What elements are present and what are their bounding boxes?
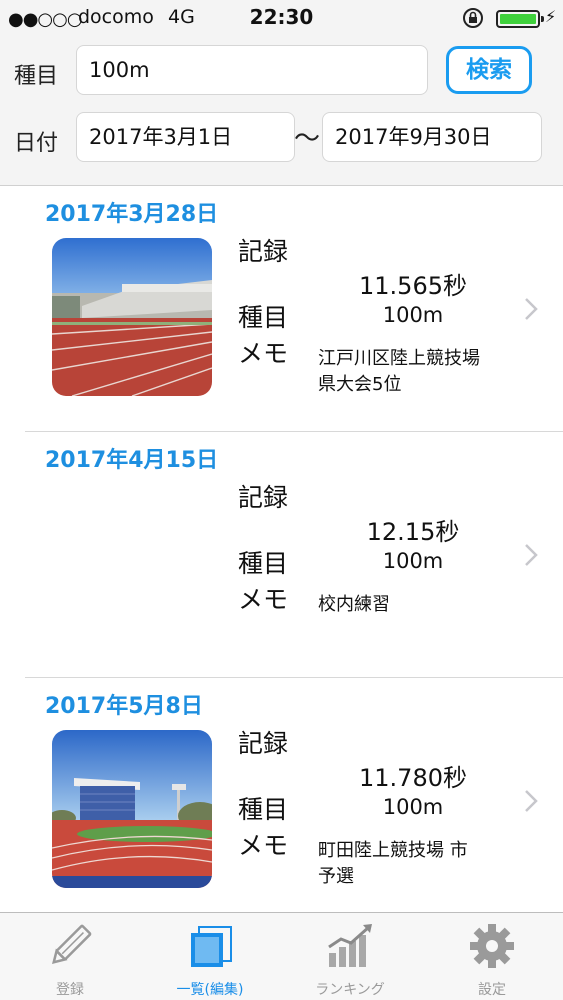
record-label: 記録 bbox=[238, 483, 289, 512]
memo-label: メモ bbox=[238, 831, 289, 860]
record-row[interactable]: 2017年5月8日 記録 種目 メモ 11.780秒 100m 町田陸上競技場 … bbox=[25, 678, 563, 912]
search-panel: 種目 100m 検索 日付 2017年3月1日 〜 2017年9月30日 bbox=[0, 38, 563, 186]
chevron-right-icon bbox=[525, 790, 538, 812]
chart-icon bbox=[328, 924, 372, 967]
tab-label: 一覧(編集) bbox=[176, 982, 244, 998]
record-label: 記録 bbox=[238, 237, 289, 266]
stadium-photo bbox=[52, 238, 212, 396]
record-label: 記録 bbox=[238, 729, 289, 758]
record-event: 100m bbox=[382, 795, 444, 819]
date-range-separator: 〜 bbox=[294, 124, 321, 154]
record-row[interactable]: 2017年3月28日 記録 種目 メモ 11.565秒 100m 江戸川区陸上競… bbox=[25, 186, 563, 432]
event-input[interactable]: 100m bbox=[76, 45, 428, 95]
record-list[interactable]: 2017年3月28日 記録 種目 メモ 11.565秒 100m 江戸川区陸上競… bbox=[0, 186, 563, 912]
record-memo: 江戸川区陸上競技場 県大会5位 bbox=[318, 346, 518, 398]
stadium-photo bbox=[52, 730, 212, 888]
gear-icon bbox=[470, 924, 514, 968]
chevron-right-icon bbox=[525, 544, 538, 566]
charging-icon: ⚡ bbox=[545, 7, 557, 26]
tab-label: 登録 bbox=[56, 982, 84, 998]
date-to-input[interactable]: 2017年9月30日 bbox=[322, 112, 542, 162]
memo-label: メモ bbox=[238, 339, 289, 368]
event-label: 種目 bbox=[238, 549, 289, 578]
tab-register[interactable]: 登録 bbox=[0, 913, 140, 1000]
tab-ranking[interactable]: ランキング bbox=[280, 913, 420, 1000]
memo-line: 県大会5位 bbox=[318, 374, 402, 395]
record-time: 11.780秒 bbox=[359, 764, 467, 792]
date-label: 日付 bbox=[14, 131, 59, 156]
record-event: 100m bbox=[382, 303, 444, 327]
event-label: 種目 bbox=[238, 795, 289, 824]
rotation-lock-icon bbox=[463, 8, 483, 28]
memo-line: 江戸川区陸上競技場 bbox=[318, 348, 480, 369]
tab-settings[interactable]: 設定 bbox=[422, 913, 562, 1000]
event-label: 種目 bbox=[238, 303, 289, 332]
chevron-right-icon bbox=[525, 298, 538, 320]
record-row[interactable]: 2017年4月15日 記録 種目 メモ 12.15秒 100m 校内練習 bbox=[25, 432, 563, 678]
record-date: 2017年4月15日 bbox=[45, 448, 219, 473]
list-icon bbox=[191, 926, 232, 967]
record-memo: 校内練習 bbox=[318, 592, 518, 618]
memo-line: 校内練習 bbox=[318, 594, 390, 615]
record-event: 100m bbox=[382, 549, 444, 573]
tab-label: ランキング bbox=[315, 982, 385, 998]
record-date: 2017年5月8日 bbox=[45, 694, 203, 719]
battery-icon bbox=[496, 10, 544, 28]
record-memo: 町田陸上競技場 市 予選 bbox=[318, 838, 518, 890]
tab-bar: 登録 一覧(編集) ランキング 設定 bbox=[0, 912, 563, 1000]
record-time: 12.15秒 bbox=[366, 518, 460, 546]
event-label: 種目 bbox=[14, 64, 59, 89]
tab-label: 設定 bbox=[478, 982, 506, 998]
date-from-input[interactable]: 2017年3月1日 bbox=[76, 112, 295, 162]
status-bar: ●●○○○ docomo 4G 22:30 ⚡ bbox=[0, 0, 563, 38]
pencil-icon bbox=[52, 924, 92, 964]
memo-line: 予選 bbox=[318, 866, 354, 887]
memo-line: 町田陸上競技場 市 bbox=[318, 840, 468, 861]
record-time: 11.565秒 bbox=[359, 272, 467, 300]
record-date: 2017年3月28日 bbox=[45, 202, 219, 227]
tab-list-edit[interactable]: 一覧(編集) bbox=[140, 913, 280, 1000]
memo-label: メモ bbox=[238, 585, 289, 614]
search-button[interactable]: 検索 bbox=[446, 46, 532, 94]
